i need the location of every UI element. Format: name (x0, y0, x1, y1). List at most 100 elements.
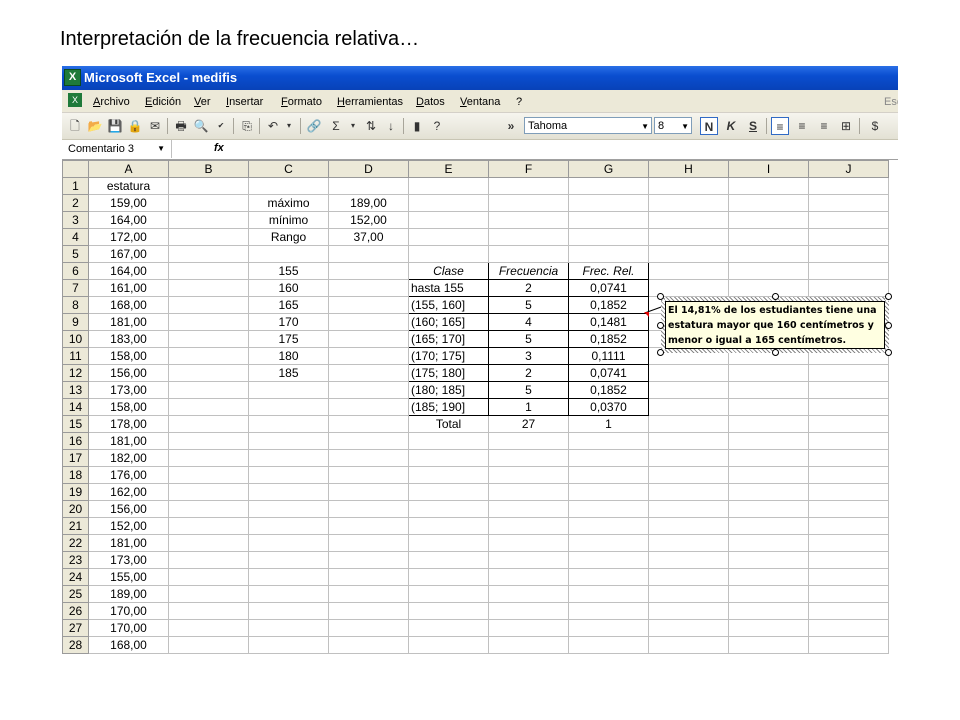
cell-e23[interactable] (408, 551, 489, 569)
cell-e6[interactable]: Clase (408, 262, 489, 280)
cell-e11[interactable]: (170; 175] (408, 347, 489, 365)
cell-b20[interactable] (168, 500, 249, 518)
cell-e25[interactable] (408, 585, 489, 603)
cell-b1[interactable] (168, 177, 249, 195)
row-header[interactable]: 5 (62, 245, 89, 263)
cell-j12[interactable] (808, 364, 889, 382)
cell-h13[interactable] (648, 381, 729, 399)
cell-i26[interactable] (728, 602, 809, 620)
cell-d11[interactable] (328, 347, 409, 365)
cell-a4[interactable]: 172,00 (88, 228, 169, 246)
cell-g19[interactable] (568, 483, 649, 501)
cell-b3[interactable] (168, 211, 249, 229)
cell-h21[interactable] (648, 517, 729, 535)
cell-d24[interactable] (328, 568, 409, 586)
cell-h2[interactable] (648, 194, 729, 212)
cell-c23[interactable] (248, 551, 329, 569)
underline-button[interactable]: S (744, 117, 762, 135)
open-icon[interactable]: 📂 (86, 117, 104, 135)
cell-d26[interactable] (328, 602, 409, 620)
cell-c1[interactable] (248, 177, 329, 195)
cell-a8[interactable]: 168,00 (88, 296, 169, 314)
cell-c26[interactable] (248, 602, 329, 620)
cell-i19[interactable] (728, 483, 809, 501)
resize-handle[interactable] (885, 322, 892, 329)
cell-a20[interactable]: 156,00 (88, 500, 169, 518)
cell-d14[interactable] (328, 398, 409, 416)
row-header[interactable]: 4 (62, 228, 89, 246)
cell-j13[interactable] (808, 381, 889, 399)
column-header-e[interactable]: E (408, 160, 489, 178)
cell-c21[interactable] (248, 517, 329, 535)
cell-h3[interactable] (648, 211, 729, 229)
cell-e21[interactable] (408, 517, 489, 535)
cell-a24[interactable]: 155,00 (88, 568, 169, 586)
cell-g20[interactable] (568, 500, 649, 518)
cell-c16[interactable] (248, 432, 329, 450)
row-header[interactable]: 11 (62, 347, 89, 365)
cell-d18[interactable] (328, 466, 409, 484)
currency-button[interactable]: $ (866, 117, 884, 135)
cell-f8[interactable]: 5 (488, 296, 569, 314)
permission-icon[interactable]: 🔒 (126, 117, 144, 135)
cell-a23[interactable]: 173,00 (88, 551, 169, 569)
cell-d20[interactable] (328, 500, 409, 518)
column-header-a[interactable]: A (88, 160, 169, 178)
cell-f5[interactable] (488, 245, 569, 263)
row-header[interactable]: 23 (62, 551, 89, 569)
cell-j3[interactable] (808, 211, 889, 229)
cell-h22[interactable] (648, 534, 729, 552)
cell-d8[interactable] (328, 296, 409, 314)
menu-datos[interactable]: Datos (416, 96, 445, 108)
row-header[interactable]: 6 (62, 262, 89, 280)
cell-f15[interactable]: 27 (488, 415, 569, 433)
cell-h15[interactable] (648, 415, 729, 433)
cell-h27[interactable] (648, 619, 729, 637)
email-icon[interactable]: ✉ (146, 117, 164, 135)
cell-i3[interactable] (728, 211, 809, 229)
cell-i7[interactable] (728, 279, 809, 297)
cell-b26[interactable] (168, 602, 249, 620)
cell-f28[interactable] (488, 636, 569, 654)
cell-c7[interactable]: 160 (248, 279, 329, 297)
cell-g16[interactable] (568, 432, 649, 450)
column-header-h[interactable]: H (648, 160, 729, 178)
chart-wizard-icon[interactable]: ▮ (408, 117, 426, 135)
cell-e14[interactable]: (185; 190] (408, 398, 489, 416)
cell-i13[interactable] (728, 381, 809, 399)
cell-h28[interactable] (648, 636, 729, 654)
cell-j18[interactable] (808, 466, 889, 484)
font-size-combo[interactable]: 8 ▼ (654, 117, 692, 134)
cell-j25[interactable] (808, 585, 889, 603)
row-header[interactable]: 15 (62, 415, 89, 433)
cell-g25[interactable] (568, 585, 649, 603)
column-header-d[interactable]: D (328, 160, 409, 178)
cell-d9[interactable] (328, 313, 409, 331)
cell-f7[interactable]: 2 (488, 279, 569, 297)
cell-f26[interactable] (488, 602, 569, 620)
cell-i27[interactable] (728, 619, 809, 637)
cell-h6[interactable] (648, 262, 729, 280)
cell-b13[interactable] (168, 381, 249, 399)
cell-b6[interactable] (168, 262, 249, 280)
cell-a12[interactable]: 156,00 (88, 364, 169, 382)
comment-box[interactable]: El 14,81% de los estudiantes tiene una e… (661, 297, 889, 353)
cell-i25[interactable] (728, 585, 809, 603)
resize-handle[interactable] (657, 349, 664, 356)
row-header[interactable]: 24 (62, 568, 89, 586)
cell-d16[interactable] (328, 432, 409, 450)
cell-g14[interactable]: 0,0370 (568, 398, 649, 416)
cell-e2[interactable] (408, 194, 489, 212)
cell-b7[interactable] (168, 279, 249, 297)
menu-ventana[interactable]: Ventana (460, 96, 500, 108)
cell-a25[interactable]: 189,00 (88, 585, 169, 603)
cell-c10[interactable]: 175 (248, 330, 329, 348)
cell-b9[interactable] (168, 313, 249, 331)
row-header[interactable]: 10 (62, 330, 89, 348)
cell-g23[interactable] (568, 551, 649, 569)
cell-b15[interactable] (168, 415, 249, 433)
cell-a7[interactable]: 161,00 (88, 279, 169, 297)
cell-e12[interactable]: (175; 180] (408, 364, 489, 382)
resize-handle[interactable] (885, 293, 892, 300)
insert-function-icon[interactable]: fx (214, 142, 224, 154)
